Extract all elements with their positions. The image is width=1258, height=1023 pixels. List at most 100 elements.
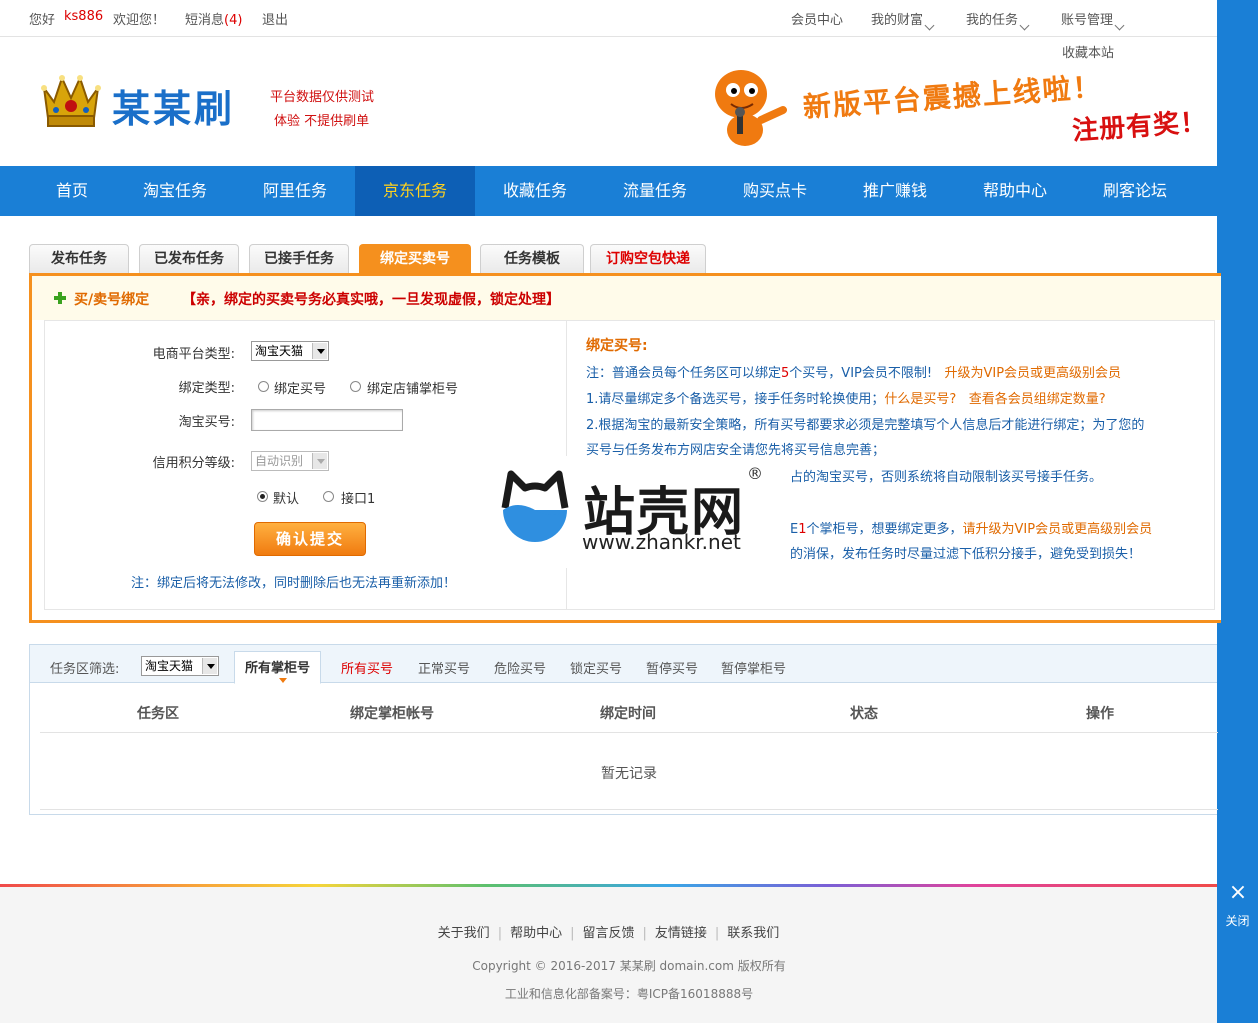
filter-tab-normal[interactable]: 正常买号 xyxy=(418,658,470,677)
panel-header: 买/卖号绑定 【亲，绑定的买卖号务必真实哦，一旦发现虚假，锁定处理】 xyxy=(32,276,1221,320)
filter-bar: 任务区筛选: 淘宝天猫 所有掌柜号 所有买号 正常买号 危险买号 锁定买号 暂停… xyxy=(30,645,1217,684)
footer-link-help[interactable]: 帮助中心 xyxy=(510,926,562,941)
tab-task-templates[interactable]: 任务模板 xyxy=(480,244,584,274)
platform-label: 电商平台类型: xyxy=(152,347,235,362)
tab-accepted-tasks[interactable]: 已接手任务 xyxy=(249,244,349,274)
my-tasks-menu[interactable]: 我的任务 xyxy=(966,9,1030,31)
credit-level-select: 自动识别 xyxy=(251,451,329,471)
tab-order-express[interactable]: 订购空包快递 xyxy=(590,244,706,274)
credit-level-value: 自动识别 xyxy=(255,454,304,468)
chevron-down-icon xyxy=(924,20,935,31)
taobao-account-input[interactable] xyxy=(251,409,403,431)
info-line-6a: E xyxy=(790,522,799,537)
greeting: 您好 xyxy=(29,13,56,28)
logo-text[interactable]: 某某刷 xyxy=(112,78,235,133)
platform-value: 淘宝天猫 xyxy=(255,344,304,358)
filter-label: 任务区筛选: xyxy=(50,662,120,677)
info-line-1a: 注：普通会员每个任务区可以绑定 xyxy=(586,366,782,381)
filter-select[interactable]: 淘宝天猫 xyxy=(141,656,219,676)
bind-note: 注：绑定后将无法修改，同时删除后也无法再重新添加！ xyxy=(131,576,457,591)
messages-count: (4) xyxy=(224,13,243,28)
default-radio[interactable] xyxy=(257,491,268,502)
separator: | xyxy=(642,926,647,941)
username-link[interactable]: ks886 xyxy=(64,9,103,24)
tab-publish-task[interactable]: 发布任务 xyxy=(29,244,129,274)
filter-tab-danger[interactable]: 危险买号 xyxy=(494,658,546,677)
watermark-cat-icon xyxy=(501,470,569,542)
banner-subheadline: 注册有奖！ xyxy=(1071,107,1209,147)
slogan-line-1: 平台数据仅供测试 xyxy=(270,90,375,105)
filter-tab-all-shops[interactable]: 所有掌柜号 xyxy=(234,651,322,684)
account-menu[interactable]: 账号管理 xyxy=(1061,9,1125,31)
nav-item-favorite[interactable]: 收藏任务 xyxy=(475,166,595,216)
nav-item-forum[interactable]: 刷客论坛 xyxy=(1075,166,1195,216)
copyright: Copyright © 2016-2017 某某刷 domain.com 版权所… xyxy=(472,959,786,973)
slogan: 平台数据仅供测试 体验 不提供刷单 xyxy=(270,86,374,134)
upgrade-vip-link-2[interactable]: 请升级为VIP会员或更高级别会员 xyxy=(963,522,1153,537)
separator: | xyxy=(570,926,575,941)
my-wealth-menu[interactable]: 我的财富 xyxy=(871,9,935,31)
close-label[interactable]: 关闭 xyxy=(1217,912,1258,929)
plus-icon xyxy=(54,292,66,304)
nav-item-jd[interactable]: 京东任务 xyxy=(355,166,475,216)
info-line-7: 的消保，发布任务时尽量过滤下低积分接手，避免受到损失！ xyxy=(790,547,1142,562)
top-bar: 您好 ks886 欢迎您！ 短消息(4) 退出 会员中心 我的财富 我的任务 账… xyxy=(0,0,1217,37)
nav-item-home[interactable]: 首页 xyxy=(12,166,132,216)
platform-select[interactable]: 淘宝天猫 xyxy=(251,341,329,361)
logout-link[interactable]: 退出 xyxy=(262,9,288,28)
empty-state: 暂无记录 xyxy=(601,766,657,782)
member-center-link[interactable]: 会员中心 xyxy=(791,9,843,28)
taobao-account-label: 淘宝买号: xyxy=(178,415,235,430)
bind-shop-label: 绑定店铺掌柜号 xyxy=(367,382,459,397)
upgrade-vip-link[interactable]: 升级为VIP会员或更高级别会员 xyxy=(944,366,1121,381)
nav-item-taobao[interactable]: 淘宝任务 xyxy=(115,166,235,216)
info-line-5: 占的淘宝买号，否则系统将自动限制该买号接手任务。 xyxy=(790,470,1103,485)
api-label: 接口1 xyxy=(341,492,376,507)
view-bind-count-link[interactable]: 查看各会员组绑定数量? xyxy=(969,392,1106,407)
nav-item-help[interactable]: 帮助中心 xyxy=(955,166,1075,216)
column-header-shop-account: 绑定掌柜帐号 xyxy=(350,706,434,722)
nav-item-buy-points[interactable]: 购买点卡 xyxy=(715,166,835,216)
tab-bind-accounts[interactable]: 绑定买卖号 xyxy=(359,244,471,274)
info-line-6-num: 1 xyxy=(798,522,807,537)
filter-tab-paused-shops[interactable]: 暂停掌柜号 xyxy=(721,658,786,677)
footer-link-about[interactable]: 关于我们 xyxy=(438,926,490,941)
nav-item-ali[interactable]: 阿里任务 xyxy=(235,166,355,216)
filter-tab-all-buyers[interactable]: 所有买号 xyxy=(341,658,393,677)
info-line-2: 1.请尽量绑定多个备选买号，接手任务时轮换使用；什么是买号? 查看各会员组绑定数… xyxy=(586,388,1106,407)
nav-item-traffic[interactable]: 流量任务 xyxy=(595,166,715,216)
accounts-table-panel: 任务区筛选: 淘宝天猫 所有掌柜号 所有买号 正常买号 危险买号 锁定买号 暂停… xyxy=(29,644,1218,815)
info-line-3: 2.根据淘宝的最新安全策略，所有买号都要求必须是完整填写个人信息后才能进行绑定；… xyxy=(586,418,1145,433)
table-bottom-divider xyxy=(40,809,1218,810)
footer-link-feedback[interactable]: 留言反馈 xyxy=(582,926,634,941)
messages-link[interactable]: 短消息(4) xyxy=(185,9,242,28)
watermark-url: www.zhankr.net xyxy=(582,530,741,554)
slogan-line-2: 体验 不提供刷单 xyxy=(274,114,370,129)
nav-item-promote[interactable]: 推广赚钱 xyxy=(835,166,955,216)
info-line-6b: 个掌柜号，想要绑定更多， xyxy=(806,522,963,537)
separator: | xyxy=(714,926,720,941)
submit-button[interactable]: 确认提交 xyxy=(254,522,366,556)
close-icon[interactable]: × xyxy=(1227,882,1249,904)
bind-shop-radio[interactable] xyxy=(350,381,361,392)
page: { "topbar": { "hello": "您好", "username":… xyxy=(0,0,1258,1023)
messages-label: 短消息 xyxy=(185,13,225,28)
footer-color-stripe xyxy=(0,884,1217,887)
footer-link-friends[interactable]: 友情链接 xyxy=(655,926,707,941)
chevron-down-icon xyxy=(202,658,217,674)
api-radio[interactable] xyxy=(323,491,334,502)
my-tasks-label: 我的任务 xyxy=(966,13,1019,28)
filter-tab-locked[interactable]: 锁定买号 xyxy=(570,658,622,677)
account-label: 账号管理 xyxy=(1061,13,1114,28)
footer-link-contact[interactable]: 联系我们 xyxy=(727,926,779,941)
chevron-down-icon xyxy=(1114,20,1125,31)
bind-buyer-radio[interactable] xyxy=(258,381,269,392)
right-side-bar: × 关闭 xyxy=(1217,0,1258,1023)
what-is-buyer-link[interactable]: 什么是买号? xyxy=(884,392,956,407)
filter-tab-paused[interactable]: 暂停买号 xyxy=(646,658,698,677)
welcome-text: 欢迎您！ xyxy=(113,13,166,28)
tab-published-tasks[interactable]: 已发布任务 xyxy=(139,244,239,274)
crown-logo-icon[interactable] xyxy=(38,68,104,132)
footer: 关于我们 | 帮助中心 | 留言反馈 | 友情链接 | 联系我们 Copyright © 201… xyxy=(0,884,1217,1023)
main-nav: 首页 淘宝任务 阿里任务 京东任务 收藏任务 流量任务 购买点卡 推广赚钱 帮助… xyxy=(0,166,1217,216)
